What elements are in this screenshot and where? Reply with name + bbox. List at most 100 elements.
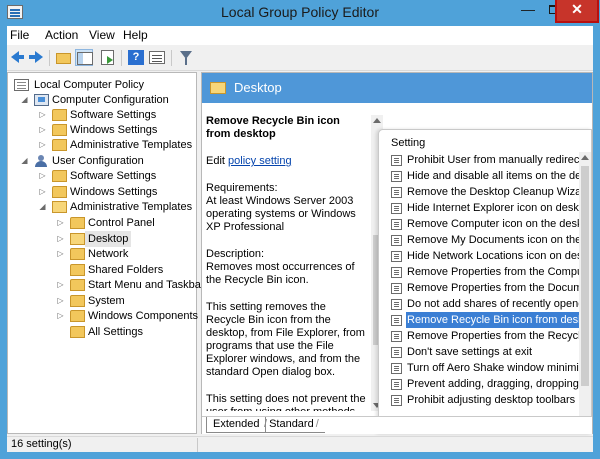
toolbar-separator xyxy=(49,50,50,66)
edit-policy-setting-link[interactable]: policy setting xyxy=(228,155,292,167)
up-one-level-button[interactable] xyxy=(55,49,73,66)
export-list-button[interactable] xyxy=(99,49,117,66)
folder-icon xyxy=(70,217,85,229)
expand-arrow-icon[interactable]: ▷ xyxy=(56,308,65,324)
settings-rows: Prohibit User from manually redirecting H… xyxy=(379,152,579,408)
filter-icon xyxy=(180,51,192,65)
collapse-arrow-icon[interactable]: ◢ xyxy=(38,199,47,215)
tree-label: Local Computer Policy xyxy=(34,79,145,91)
policy-setting-icon xyxy=(391,235,402,246)
menu-action[interactable]: Action xyxy=(45,28,78,42)
properties-icon xyxy=(149,51,165,64)
expand-arrow-icon[interactable]: ▷ xyxy=(56,231,65,247)
setting-name: Remove Properties from the Document xyxy=(407,282,579,294)
folder-icon xyxy=(210,82,226,94)
folder-icon xyxy=(52,170,67,182)
folder-icon xyxy=(70,310,85,322)
setting-name: Remove Properties from the Computer xyxy=(407,266,579,278)
table-row[interactable]: Remove My Documents icon on the desk xyxy=(379,232,579,248)
extended-description: Remove Recycle Bin icon from desktop Edi… xyxy=(206,115,366,411)
tree-label: All Settings xyxy=(88,326,144,338)
toolbar-separator xyxy=(121,50,122,66)
table-row[interactable]: Don't save settings at exit xyxy=(379,344,579,360)
expand-arrow-icon[interactable]: ▷ xyxy=(56,246,65,262)
menu-help[interactable]: Help xyxy=(123,28,148,42)
navigation-tree[interactable]: Local Computer Policy ◢ Computer Configu… xyxy=(7,72,205,434)
toolbar: ? xyxy=(7,45,593,71)
folder-icon xyxy=(70,279,85,291)
table-row[interactable]: Hide and disable all items on the deskto xyxy=(379,168,579,184)
back-button[interactable] xyxy=(9,49,27,66)
menu-file[interactable]: File xyxy=(10,28,29,42)
policy-document-icon xyxy=(14,79,29,91)
tree-label: Windows Components xyxy=(88,310,199,322)
expand-arrow-icon[interactable]: ▷ xyxy=(56,215,65,231)
description-text: Description: Removes most occurrences of… xyxy=(206,248,355,286)
expand-arrow-icon[interactable]: ▷ xyxy=(56,293,65,309)
scroll-up-icon[interactable] xyxy=(581,155,589,160)
help-button[interactable]: ? xyxy=(127,49,145,66)
description-title: Remove Recycle Bin icon from desktop xyxy=(206,115,340,140)
open-folder-icon xyxy=(52,201,67,213)
forward-button[interactable] xyxy=(27,49,45,66)
expand-arrow-icon[interactable]: ▷ xyxy=(38,137,47,153)
details-pane: Desktop Remove Recycle Bin icon from des… xyxy=(201,72,593,434)
tree-label: Software Settings xyxy=(70,109,157,121)
table-row[interactable]: Hide Internet Explorer icon on desktop xyxy=(379,200,579,216)
properties-button[interactable] xyxy=(148,49,166,66)
expand-arrow-icon[interactable]: ▷ xyxy=(38,184,47,200)
policy-setting-icon xyxy=(391,203,402,214)
setting-name: Remove the Desktop Cleanup Wizard xyxy=(407,186,579,198)
table-row[interactable]: Remove Properties from the Document xyxy=(379,280,579,296)
expand-arrow-icon[interactable]: ▷ xyxy=(38,122,47,138)
table-row[interactable]: Do not add shares of recently opened d xyxy=(379,296,579,312)
expand-arrow-icon[interactable]: ▷ xyxy=(38,168,47,184)
scroll-up-icon[interactable] xyxy=(373,118,381,123)
menu-view[interactable]: View xyxy=(89,28,115,42)
table-row[interactable]: Remove Recycle Bin icon from desktop xyxy=(379,312,579,328)
title-bar[interactable]: Local Group Policy Editor — ✕ xyxy=(0,0,600,26)
table-row[interactable]: Prohibit adjusting desktop toolbars xyxy=(379,392,579,408)
folder-icon xyxy=(70,264,85,276)
menu-bar: File Action View Help xyxy=(7,26,593,45)
folder-icon xyxy=(70,248,85,260)
setting-name: Do not add shares of recently opened d xyxy=(407,298,579,310)
settings-list[interactable]: Setting Prohibit User from manually redi… xyxy=(378,129,592,434)
filter-button[interactable] xyxy=(177,49,195,66)
collapse-arrow-icon[interactable]: ◢ xyxy=(20,153,29,169)
policy-setting-icon xyxy=(391,219,402,230)
policy-setting-icon xyxy=(391,155,402,166)
collapse-arrow-icon[interactable]: ◢ xyxy=(20,92,29,108)
table-row[interactable]: Remove Properties from the Recycle Bin xyxy=(379,328,579,344)
expand-arrow-icon[interactable]: ▷ xyxy=(38,107,47,123)
tree-label: Desktop xyxy=(85,231,132,247)
folder-icon xyxy=(70,295,85,307)
policy-setting-icon xyxy=(391,171,402,182)
folder-icon xyxy=(52,139,67,151)
column-header-setting[interactable]: Setting xyxy=(391,137,425,149)
policy-setting-icon xyxy=(391,283,402,294)
expand-arrow-icon[interactable]: ▷ xyxy=(56,277,65,293)
policy-setting-icon xyxy=(391,347,402,358)
toolbar-separator xyxy=(171,50,172,66)
table-row[interactable]: Hide Network Locations icon on deskto xyxy=(379,248,579,264)
table-row[interactable]: Remove Properties from the Computer xyxy=(379,264,579,280)
settings-scrollbar[interactable] xyxy=(579,152,591,433)
setting-name: Prohibit adjusting desktop toolbars xyxy=(407,394,576,406)
scrollbar-thumb[interactable] xyxy=(581,166,589,386)
help-icon: ? xyxy=(128,50,144,65)
forward-arrow-icon xyxy=(29,51,43,63)
policy-setting-icon xyxy=(391,395,402,406)
table-row[interactable]: Remove the Desktop Cleanup Wizard xyxy=(379,184,579,200)
minimize-button[interactable]: — xyxy=(514,0,542,21)
close-button[interactable]: ✕ xyxy=(555,0,599,23)
table-row[interactable]: Prohibit User from manually redirecting xyxy=(379,152,579,168)
table-row[interactable]: Remove Computer icon on the desktop xyxy=(379,216,579,232)
app-window: Local Group Policy Editor — ✕ File Actio… xyxy=(0,0,600,459)
tab-standard[interactable]: Standard xyxy=(258,417,325,433)
show-hide-tree-button[interactable] xyxy=(75,49,93,66)
tree-label: Control Panel xyxy=(88,217,155,229)
table-row[interactable]: Prevent adding, dragging, dropping an xyxy=(379,376,579,392)
table-row[interactable]: Turn off Aero Shake window minimizin xyxy=(379,360,579,376)
folder-icon xyxy=(70,326,85,338)
